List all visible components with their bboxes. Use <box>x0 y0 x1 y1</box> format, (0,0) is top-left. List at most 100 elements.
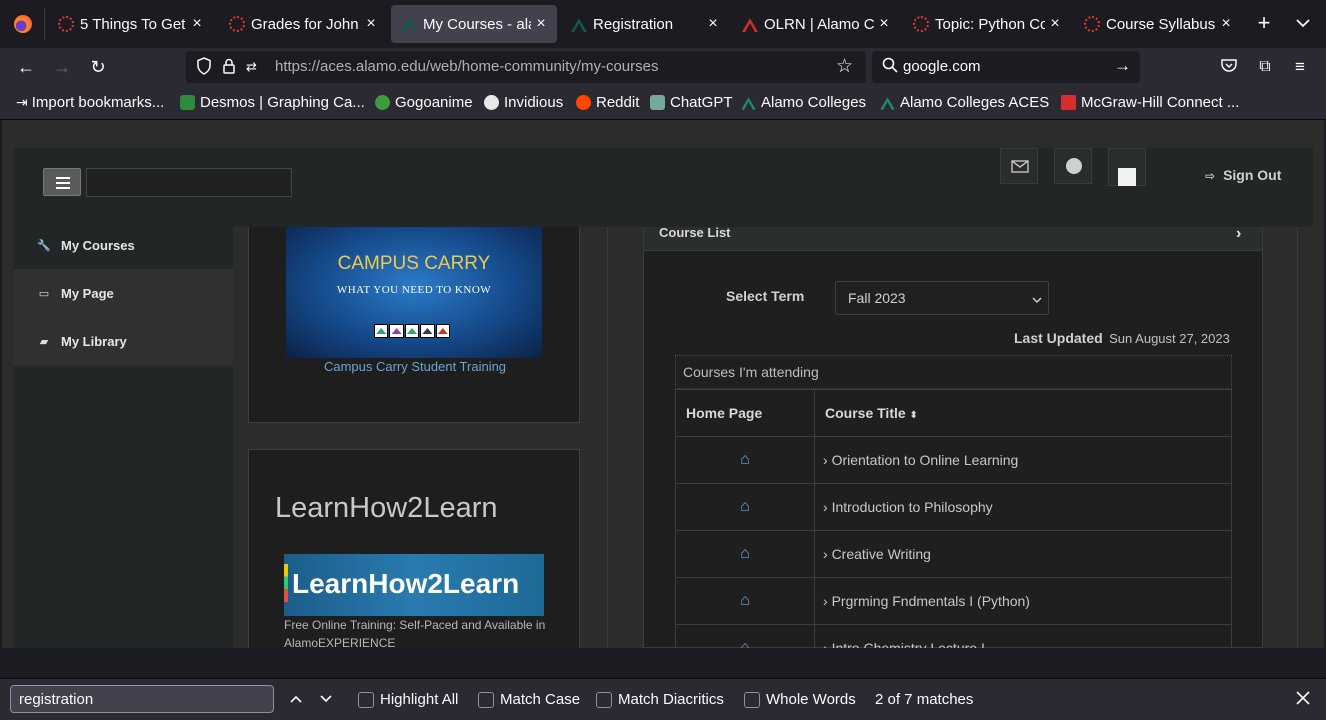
course-list-panel: Course List › Select Term Fall 2023 Last… <box>643 225 1263 648</box>
site-search-input[interactable] <box>86 168 292 197</box>
find-next-chevron-icon[interactable] <box>318 691 334 711</box>
bookmark-desmos[interactable]: Desmos | Graphing Ca... <box>180 94 365 111</box>
gogoanime-icon <box>375 95 390 110</box>
tab-registration[interactable]: Registration × <box>561 5 729 43</box>
close-icon[interactable]: × <box>187 15 207 33</box>
campus-carry-link[interactable]: Campus Carry Student Training <box>249 359 581 374</box>
firefox-menu-icon[interactable] <box>14 15 32 33</box>
tab-python-topic[interactable]: Topic: Python Co × <box>903 5 1071 43</box>
close-icon[interactable]: × <box>703 15 723 33</box>
close-icon[interactable]: × <box>361 15 381 33</box>
shield-icon[interactable] <box>196 57 212 79</box>
tab-my-courses[interactable]: My Courses - ala × <box>391 5 557 43</box>
mcgraw-icon <box>1061 95 1076 110</box>
sort-icon: ⬍ <box>909 410 918 421</box>
import-icon: ⇥ <box>16 94 28 110</box>
find-input[interactable]: registration <box>10 685 274 713</box>
avatar[interactable] <box>1108 148 1146 186</box>
lock-icon[interactable] <box>222 58 236 78</box>
learnhow2learn-banner[interactable]: LearnHow2Learn <box>284 554 544 616</box>
close-icon[interactable]: × <box>531 15 551 33</box>
alamo-icon <box>880 97 895 110</box>
sidebar-item-my-courses[interactable]: 🔧 My Courses <box>13 221 233 269</box>
url-bar[interactable]: ⇄ https://aces.alamo.edu/web/home-commun… <box>186 51 866 83</box>
close-icon[interactable]: × <box>1216 15 1236 33</box>
invidious-icon <box>484 95 499 110</box>
spinner-icon <box>913 16 929 32</box>
close-find-bar-icon[interactable] <box>1294 689 1312 711</box>
bookmark-import[interactable]: ⇥ Import bookmarks... <box>16 94 164 111</box>
back-arrow-icon[interactable]: ← <box>14 56 38 80</box>
sign-out-button[interactable]: ⇨ Sign Out <box>1205 167 1281 183</box>
hamburger-menu-icon[interactable]: ≡ <box>1288 56 1312 80</box>
new-tab-button[interactable]: + <box>1254 12 1274 34</box>
permissions-icon[interactable]: ⇄ <box>246 59 257 75</box>
pocket-icon[interactable] <box>1217 56 1241 80</box>
desmos-icon <box>180 95 195 110</box>
bookmark-invidious[interactable]: Invidious <box>484 94 563 111</box>
bookmark-reddit[interactable]: Reddit <box>576 94 639 111</box>
learnhow2learn-heading: LearnHow2Learn <box>275 492 498 524</box>
course-link[interactable]: › Creative Writing <box>814 530 1232 578</box>
reddit-icon <box>576 95 591 110</box>
web-page: ⇨ Sign Out 🔧 My Courses ▭ My Page ▰ My Li… <box>2 120 1324 648</box>
match-case-checkbox[interactable]: Match Case <box>478 691 580 708</box>
course-link[interactable]: › Prgrming Fndmentals I (Python) <box>814 577 1232 625</box>
highlight-all-checkbox[interactable]: Highlight All <box>358 691 458 708</box>
table-row: ⌂ › Introduction to Philosophy <box>675 483 1232 531</box>
home-icon[interactable]: ⌂ <box>675 483 815 531</box>
home-icon[interactable]: ⌂ <box>675 577 815 625</box>
bookmark-mcgraw[interactable]: McGraw-Hill Connect ... <box>1061 94 1239 111</box>
sidebar-item-my-library[interactable]: ▰ My Library <box>13 317 233 365</box>
spinner-icon <box>1084 16 1100 32</box>
alamo-red-icon <box>742 18 758 32</box>
bookmark-alamo-colleges[interactable]: Alamo Colleges <box>741 94 866 111</box>
match-count: 2 of 7 matches <box>875 691 974 708</box>
bookmark-gogoanime[interactable]: Gogoanime <box>375 94 473 111</box>
tab-grades[interactable]: Grades for John × <box>219 5 387 43</box>
search-input[interactable]: google.com <box>903 58 981 75</box>
course-list-header[interactable]: Course List › <box>644 225 1262 251</box>
term-select[interactable]: Fall 2023 <box>835 281 1049 315</box>
search-icon <box>882 57 898 77</box>
tab-bar: 5 Things To Get Y × Grades for John × My… <box>0 0 1326 48</box>
campus-carry-banner[interactable]: CAMPUS CARRY WHAT YOU NEED TO KNOW <box>286 227 542 358</box>
col-course-title[interactable]: Course Title ⬍ <box>814 389 1232 437</box>
bookmark-alamo-aces[interactable]: Alamo Colleges ACES <box>880 94 1049 111</box>
course-link[interactable]: › Intro Chemistry Lecture I <box>814 624 1232 648</box>
tab-syllabus[interactable]: Course Syllabus × <box>1074 5 1242 43</box>
extensions-icon[interactable]: ⧉ <box>1253 56 1277 80</box>
home-icon[interactable]: ⌂ <box>675 436 815 484</box>
close-icon[interactable]: × <box>874 15 894 33</box>
search-bar[interactable]: google.com → <box>872 51 1140 83</box>
sidebar-toggle-button[interactable] <box>43 168 81 196</box>
tab-list-chevron-icon[interactable] <box>1294 14 1312 32</box>
course-link[interactable]: › Orientation to Online Learning <box>814 436 1232 484</box>
home-icon[interactable]: ⌂ <box>675 624 815 648</box>
close-icon[interactable]: × <box>1045 15 1065 33</box>
go-arrow-icon[interactable]: → <box>1114 56 1131 76</box>
tab-5-things[interactable]: 5 Things To Get Y × <box>48 5 213 43</box>
find-previous-chevron-icon[interactable] <box>288 691 304 711</box>
courses-table: Home Page Course Title ⬍ ⌂ › Orientation… <box>675 389 1232 648</box>
reload-icon[interactable]: ↻ <box>86 56 110 80</box>
chatgpt-icon <box>650 95 665 110</box>
sidebar-item-my-page[interactable]: ▭ My Page <box>13 269 233 317</box>
alamo-icon <box>571 18 587 32</box>
chevron-right-icon[interactable]: › <box>1236 225 1241 243</box>
spinner-icon <box>58 16 74 32</box>
home-icon[interactable]: ⌂ <box>675 530 815 578</box>
bookmark-star-icon[interactable]: ☆ <box>836 55 853 78</box>
course-link[interactable]: › Introduction to Philosophy <box>814 483 1232 531</box>
match-diacritics-checkbox[interactable]: Match Diacritics <box>596 691 724 708</box>
tab-olrn[interactable]: OLRN | Alamo Co × <box>732 5 900 43</box>
forward-arrow-icon[interactable]: → <box>50 56 74 80</box>
bookmark-chatgpt[interactable]: ChatGPT <box>650 94 733 111</box>
mail-button[interactable] <box>1000 148 1038 184</box>
whole-words-checkbox[interactable]: Whole Words <box>744 691 856 708</box>
campus-carry-panel: CAMPUS CARRY WHAT YOU NEED TO KNOW Campu… <box>248 227 580 423</box>
sign-out-icon: ⇨ <box>1205 169 1216 183</box>
col-home-page: Home Page <box>675 389 815 437</box>
url-text[interactable]: https://aces.alamo.edu/web/home-communit… <box>275 58 659 75</box>
globe-button[interactable] <box>1054 148 1092 184</box>
